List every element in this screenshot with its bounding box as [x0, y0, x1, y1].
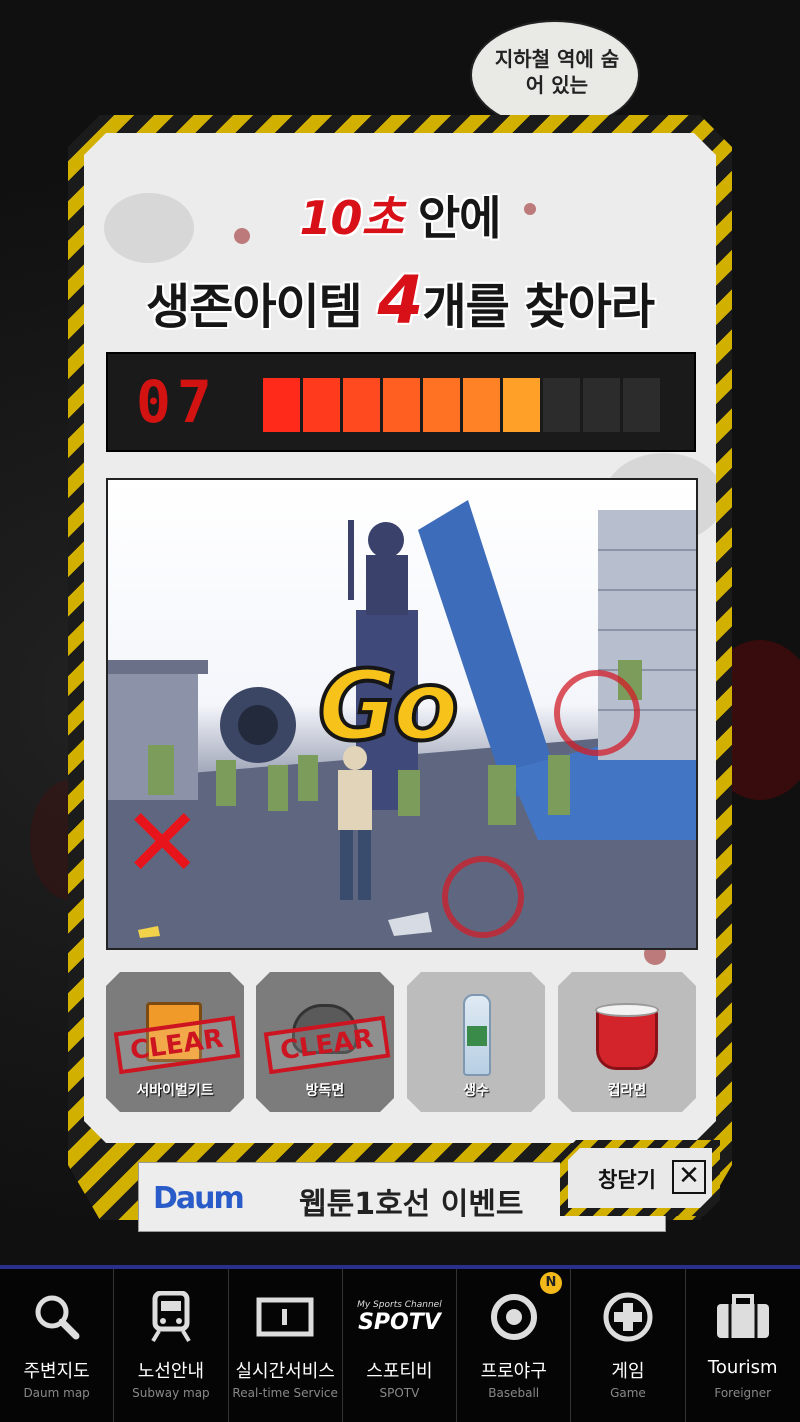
item-slot-survival-kit: CLEAR 서바이벌키트 — [106, 972, 244, 1112]
timer-segment-empty — [623, 378, 660, 432]
timer-segment-empty — [583, 378, 620, 432]
nav-item-tourism[interactable]: Tourism Foreigner — [686, 1269, 800, 1422]
nav-sub-label: Baseball — [488, 1386, 540, 1400]
timer-segment-filled — [463, 378, 500, 432]
item-slot-gas-mask: CLEAR 방독면 — [256, 972, 394, 1112]
found-item-circle — [554, 670, 640, 756]
clear-stamp: CLEAR — [263, 1015, 390, 1075]
game-scene[interactable]: ✕ Go — [106, 478, 698, 950]
title-line1-text: 안에 — [402, 191, 502, 245]
time-limit: 10초 — [299, 191, 404, 245]
speech-bubble-text: 지하철 역에 숨어 있는 — [494, 47, 620, 97]
nav-item-subway-map[interactable]: 노선안내 Subway map — [114, 1269, 229, 1422]
timer-segment-filled — [503, 378, 540, 432]
title-line2-before: 생존아이템 — [146, 279, 378, 335]
nav-label: 주변지도 — [23, 1361, 90, 1382]
statue-head — [368, 522, 404, 558]
banner-text: 웹툰1호선 이벤트 — [299, 1187, 524, 1222]
baseball-icon — [457, 1289, 570, 1345]
title-line2-after: 개를 찾아라 — [422, 279, 655, 335]
spotv-logo-small: My Sports Channel — [357, 1299, 442, 1310]
search-icon — [0, 1289, 113, 1345]
nav-item-daum-map[interactable]: 주변지도 Daum map — [0, 1269, 115, 1422]
popup-title-line1: 10초 안에 — [84, 182, 716, 248]
display-icon — [229, 1289, 342, 1345]
clear-stamp: CLEAR — [113, 1015, 240, 1075]
nav-sub-label: Game — [610, 1386, 646, 1400]
zombie-center — [338, 770, 372, 830]
timer-segment-filled — [383, 378, 420, 432]
nav-sub-label: Daum map — [23, 1386, 90, 1400]
nav-label: 노선안내 — [137, 1361, 205, 1382]
water-bottle-icon — [463, 994, 491, 1076]
timer-segment-empty — [543, 378, 580, 432]
nav-sub-label: Real-time Service — [232, 1386, 338, 1400]
speech-bubble: 지하철 역에 숨어 있는 — [470, 20, 640, 130]
timer-segment-filled — [423, 378, 460, 432]
item-slot-water: 생수 — [407, 972, 545, 1112]
item-label: 생수 — [463, 1083, 489, 1099]
item-label: 컵라면 — [607, 1083, 647, 1099]
gamepad-icon — [571, 1289, 684, 1345]
bottom-nav: 주변지도 Daum map 노선안내 Subway map 실시간서비스 Rea… — [0, 1265, 800, 1422]
nav-sub-label: SPOTV — [379, 1386, 420, 1400]
miss-x-icon: ✕ — [122, 787, 203, 899]
countdown-timer: 07 — [106, 352, 696, 452]
timer-segment-filled — [263, 378, 300, 432]
nav-sub-label: Subway map — [132, 1386, 210, 1400]
close-icon[interactable]: ✕ — [672, 1160, 706, 1194]
item-label: 서바이벌키트 — [136, 1083, 214, 1099]
nav-item-realtime-service[interactable]: 실시간서비스 Real-time Service — [229, 1269, 343, 1422]
nav-label: 게임 — [611, 1361, 645, 1382]
spotv-logo-text: SPOTV — [358, 1309, 441, 1335]
timer-progress-bar — [263, 378, 660, 432]
nav-label: 프로야구 — [480, 1361, 547, 1382]
suitcase-icon — [686, 1289, 800, 1345]
train-icon — [114, 1289, 227, 1345]
nav-sub-label: Foreigner — [714, 1386, 772, 1400]
timer-segment-filled — [303, 378, 340, 432]
close-label: 창닫기 — [598, 1168, 656, 1192]
close-button[interactable]: 창닫기 ✕ — [568, 1148, 712, 1208]
cup-noodle-icon — [595, 1003, 659, 1070]
found-item-circle — [442, 856, 524, 938]
spotv-logo-icon: My Sports Channel SPOTV — [343, 1289, 456, 1345]
nav-item-spotv[interactable]: My Sports Channel SPOTV 스포티비 SPOTV — [343, 1269, 458, 1422]
popup-title-line2: 생존아이템 4개를 찾아라 — [84, 262, 716, 339]
timer-segment-filled — [343, 378, 380, 432]
timer-digits: 07 — [136, 368, 218, 436]
nav-label: Tourism — [707, 1357, 778, 1378]
go-text: Go — [316, 648, 461, 764]
daum-logo: Daum — [153, 1181, 245, 1216]
new-badge: N — [540, 1272, 562, 1294]
nav-label: 실시간서비스 — [235, 1361, 335, 1382]
item-label: 방독면 — [305, 1083, 345, 1099]
item-slot-cup-noodle: 컵라면 — [558, 972, 696, 1112]
item-count: 4 — [377, 262, 424, 339]
nav-item-game[interactable]: 게임 Game — [571, 1269, 686, 1422]
nav-label: 스포티비 — [366, 1361, 433, 1382]
statue-body — [366, 555, 408, 615]
